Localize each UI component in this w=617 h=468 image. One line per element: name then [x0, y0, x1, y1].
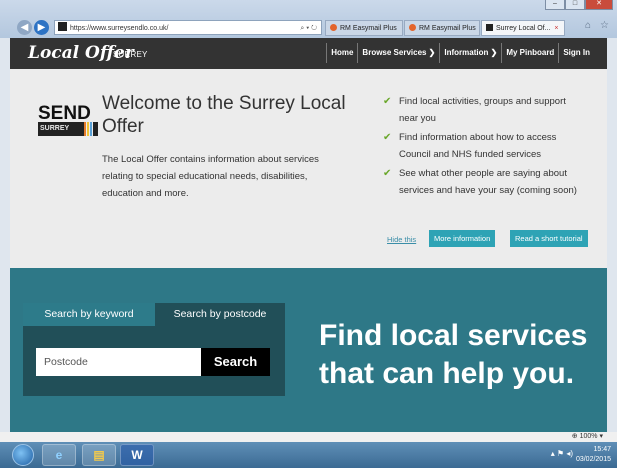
zoom-level[interactable]: ⊕ 100% ▾	[572, 432, 603, 442]
site-icon	[58, 22, 67, 31]
browser-status-bar: ⊕ 100% ▾	[0, 432, 617, 442]
favorites-star-icon[interactable]: ☆	[600, 20, 609, 31]
check-icon: ✔	[383, 96, 392, 107]
browser-tab-easymail-2[interactable]: RM Easymail Plus	[404, 20, 480, 36]
nav-information[interactable]: Information ❯	[439, 43, 501, 63]
forward-button[interactable]: ▶	[34, 20, 49, 35]
hero-headline: Find local services that can help you.	[319, 319, 588, 390]
tab-search-by-postcode[interactable]: Search by postcode	[155, 303, 285, 326]
send-surrey-logo: SEND SURREY	[38, 104, 98, 138]
welcome-description: The Local Offer contains information abo…	[102, 154, 319, 199]
more-information-button[interactable]: More information	[429, 230, 496, 247]
word-icon[interactable]: W	[120, 444, 154, 466]
check-icon: ✔	[383, 168, 392, 179]
close-window-icon[interactable]: ✕	[585, 0, 613, 10]
start-button[interactable]	[12, 444, 34, 466]
feature-list: ✔ Find local activities, groups and suppo…	[383, 93, 583, 201]
list-item: ✔ Find information about how to access Co…	[383, 129, 583, 163]
home-icon[interactable]: ⌂	[585, 20, 591, 31]
address-bar[interactable]: https://www.surreysendlo.co.uk/ ⌕ ▾ ↻	[54, 20, 322, 35]
logo-subtitle: SURREY	[113, 50, 148, 59]
nav-my-pinboard[interactable]: My Pinboard	[501, 43, 558, 63]
check-icon: ✔	[383, 132, 392, 143]
browser-tab-easymail-1[interactable]: RM Easymail Plus	[325, 20, 403, 36]
internet-explorer-icon[interactable]: e	[42, 444, 76, 466]
file-explorer-icon[interactable]: ▤	[82, 444, 116, 466]
site-icon	[486, 24, 493, 31]
read-tutorial-button[interactable]: Read a short tutorial	[510, 230, 588, 247]
welcome-section: SEND SURREY Welcome to the Surrey Local …	[10, 69, 607, 268]
hide-this-link[interactable]: Hide this	[387, 235, 416, 244]
postcode-input[interactable]	[36, 348, 201, 376]
search-hero: Search by keyword Search by postcode Sea…	[10, 268, 607, 432]
maximize-icon[interactable]: □	[565, 0, 585, 10]
page-title: Welcome to the Surrey Local Offer	[102, 93, 346, 137]
browser-tab-local-offer[interactable]: Surrey Local Of... ×	[481, 20, 565, 36]
main-nav: Home Browse Services ❯ Information ❯ My …	[326, 43, 594, 63]
easymail-icon	[409, 24, 416, 31]
clock-time: 15:47	[593, 446, 611, 453]
close-tab-icon[interactable]: ×	[554, 25, 558, 32]
tab-search-by-keyword[interactable]: Search by keyword	[23, 303, 155, 326]
list-item: ✔ Find local activities, groups and suppo…	[383, 93, 583, 127]
nav-browse-services[interactable]: Browse Services ❯	[357, 43, 439, 63]
nav-home[interactable]: Home	[326, 43, 357, 63]
nav-sign-in[interactable]: Sign In	[558, 43, 594, 63]
minimize-icon[interactable]: –	[545, 0, 565, 10]
browser-chrome: – □ ✕ ◀ ▶ https://www.surreysendlo.co.uk…	[0, 0, 617, 38]
site-header: Local Offer SURREY Home Browse Services …	[10, 38, 607, 69]
easymail-icon	[330, 24, 337, 31]
address-tools-icon[interactable]: ⌕ ▾ ↻	[300, 21, 317, 36]
address-url: https://www.surreysendlo.co.uk/	[70, 25, 169, 32]
clock-date: 03/02/2015	[575, 456, 611, 463]
windows-taskbar: e ▤ W ▴ ⚑ ◂) 15:47 03/02/2015	[0, 442, 617, 468]
list-item: ✔ See what other people are saying about …	[383, 165, 583, 199]
back-button[interactable]: ◀	[17, 20, 32, 35]
taskbar-clock[interactable]: 15:47 03/02/2015	[576, 445, 611, 465]
search-button[interactable]: Search	[201, 348, 270, 376]
system-tray-icons[interactable]: ▴ ⚑ ◂)	[551, 449, 573, 458]
window-controls: – □ ✕	[545, 0, 613, 10]
zoom-icon: ⊕	[571, 433, 578, 440]
search-panel: Search by keyword Search by postcode Sea…	[23, 303, 285, 396]
